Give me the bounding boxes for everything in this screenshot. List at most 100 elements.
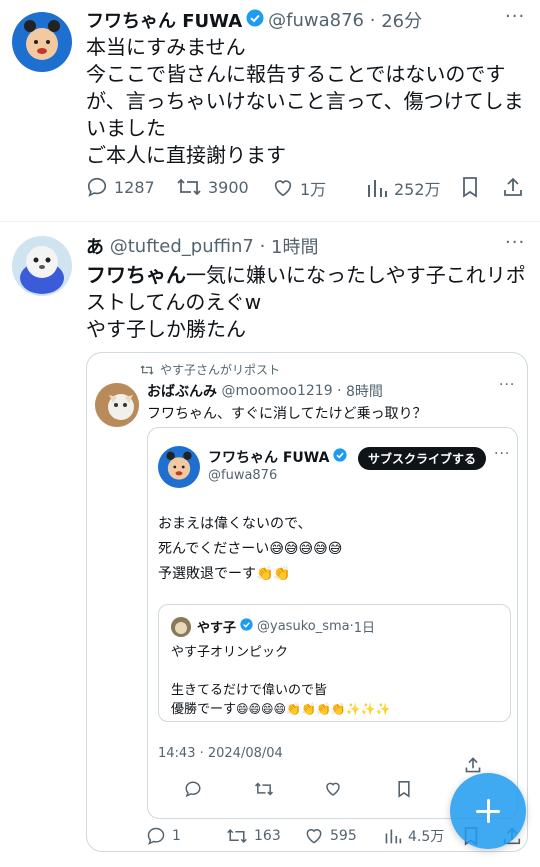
tweet-text: 本当にすみません 今ここで皆さんに報告することではないのです が、言っちゃいけな… [86,34,524,169]
reply-icon [87,177,107,197]
display-name[interactable]: おばぶんみ [147,381,217,401]
quote-card[interactable]: やす子さんがリポスト おばぶんみ @moomoo1219 · 8時間 ··· フ… [86,352,528,852]
repost-count: 163 [254,828,281,844]
text-line: おまえは偉くないので、 [158,516,312,532]
text-line: 死んでくださーい😅😅😅😅😅 [158,537,342,562]
repost-by-label: やす子さんがリポスト [160,363,281,377]
post-timestamp[interactable]: 14:43 · 2024/08/04 [158,746,283,761]
timestamp[interactable]: 1日 [354,617,375,636]
action-bar: 1287 3900 1万 252万 [0,176,540,206]
separator: · [253,235,272,257]
avatar[interactable] [171,617,191,637]
more-icon[interactable]: ··· [499,377,515,393]
tweet-text: フワちゃん一気に嫌いになったしやす子これリポ ストしてんのえぐw やす子しか勝た… [86,262,526,343]
handle[interactable]: @fuwa876 [268,10,364,31]
repost-count: 3900 [208,177,249,197]
text-fragment: 死んでくださーい [158,541,270,557]
subscribe-button[interactable]: サブスクライブする [358,447,487,470]
more-icon[interactable]: ··· [494,446,510,462]
repost-icon [140,364,154,375]
compose-button[interactable] [450,773,526,849]
share-button[interactable] [502,176,530,198]
verified-icon [333,448,348,466]
like-icon[interactable] [324,780,342,798]
like-count: 1万 [300,180,327,199]
display-name[interactable]: フワちゃん FUWA [208,447,329,467]
text-line: ご本人に直接謝ります [86,143,286,167]
like-count: 595 [330,828,357,844]
text-fragment: 予選敗退でーす [158,566,256,582]
emoji-row: 👏👏 [256,566,291,582]
display-name[interactable]: フワちゃん FUWA [86,7,242,33]
handle[interactable]: @moomoo1219 [221,383,332,399]
views-icon [368,180,387,197]
handle[interactable]: @yasuko_sma [257,619,350,634]
views-button[interactable]: 4.5万 [384,826,444,846]
text-line: 優勝でーす😄😄😄😄👏👏👏👏✨✨✨ [171,700,391,719]
timestamp[interactable]: 1時間 [271,233,318,259]
emoji-row: 😄😄😄😄👏👏👏👏✨✨✨ [236,702,391,716]
timestamp[interactable]: 26分 [381,7,422,33]
repost-icon [227,828,247,844]
quote-text: フワちゃん、すぐに消してたけど乗っ取り？ [147,406,427,422]
more-icon[interactable]: ··· [505,6,525,27]
avatar[interactable] [12,236,72,296]
text-line: いました [86,116,166,140]
embedded-tweet[interactable]: フワちゃん FUWA @fuwa876 サブスクライブする ··· おまえは偉く… [147,427,518,819]
view-count: 4.5万 [408,829,445,845]
like-icon [274,180,292,197]
text-line: やす子しか勝たん [86,317,246,341]
verified-icon [240,617,253,635]
share-icon[interactable] [464,756,482,774]
text-line: 本当にすみません [86,35,246,59]
repost-icon [177,178,201,196]
text-line: フワちゃん一気に嫌いになったしやす子これリポ [86,262,526,289]
nested-quote[interactable]: やす子 @yasuko_sma · 1日 やす子オリンピック 生きてるだけで偉い… [158,604,511,722]
bookmark-icon [463,177,477,198]
avatar[interactable] [158,446,200,488]
emoji-row: 😅😅😅😅😅 [269,541,343,557]
handle[interactable]: @tufted_puffin7 [110,236,254,257]
tweet-reply[interactable]: あ @tufted_puffin7 · 1時間 ··· フワちゃん一気に嫌いにな… [0,222,540,867]
repost-button[interactable]: 3900 [176,176,249,198]
view-count: 252万 [394,180,441,199]
text-line: 今ここで皆さんに報告することではないのです [86,62,506,86]
repost-button[interactable]: 163 [226,826,281,846]
tweet-fuwa[interactable]: フワちゃん FUWA @fuwa876 · 26分 ··· 本当にすみません 今… [0,0,540,222]
more-icon[interactable]: ··· [505,232,525,253]
share-icon [504,177,522,196]
mention-name: フワちゃん [86,263,186,287]
handle[interactable]: @fuwa876 [208,468,277,483]
like-button[interactable]: 595 [304,826,357,846]
reply-button[interactable]: 1 [146,826,181,846]
reply-count: 1287 [114,177,155,197]
embedded-text: おまえは偉くないので、 死んでくださーい😅😅😅😅😅 予選敗退でーす👏👏 [158,512,342,587]
reply-icon[interactable] [184,780,202,798]
text-fragment: 一気に嫌いになったしやす子これリポ [186,263,526,287]
text-fragment: 優勝でーす [171,702,237,717]
nested-text: やす子オリンピック 生きてるだけで偉いので皆 優勝でーす😄😄😄😄👏👏👏👏✨✨✨ [171,643,391,719]
display-name[interactable]: あ [86,233,104,259]
bookmark-button[interactable] [460,176,486,198]
separator: · [364,9,382,31]
timestamp[interactable]: 8時間 [346,381,383,401]
avatar[interactable] [95,383,139,427]
like-button[interactable]: 1万 [272,176,326,200]
repost-context: やす子さんがリポスト [139,361,280,378]
bookmark-icon[interactable] [396,780,412,798]
reply-button[interactable]: 1287 [86,176,155,198]
reply-count: 1 [172,828,181,844]
text-line: やす子オリンピック [171,645,289,660]
repost-icon[interactable] [254,780,274,798]
like-icon [306,829,322,844]
views-button[interactable]: 252万 [366,176,441,200]
text-line: ストしてんのえぐw [86,290,262,314]
avatar[interactable] [12,12,72,72]
text-line: 生きてるだけで偉いので皆 [171,683,328,698]
reply-icon [147,827,165,845]
separator: · [332,383,346,399]
verified-icon [246,9,264,32]
display-name[interactable]: やす子 [197,617,236,636]
text-line: 予選敗退でーす👏👏 [158,562,342,587]
